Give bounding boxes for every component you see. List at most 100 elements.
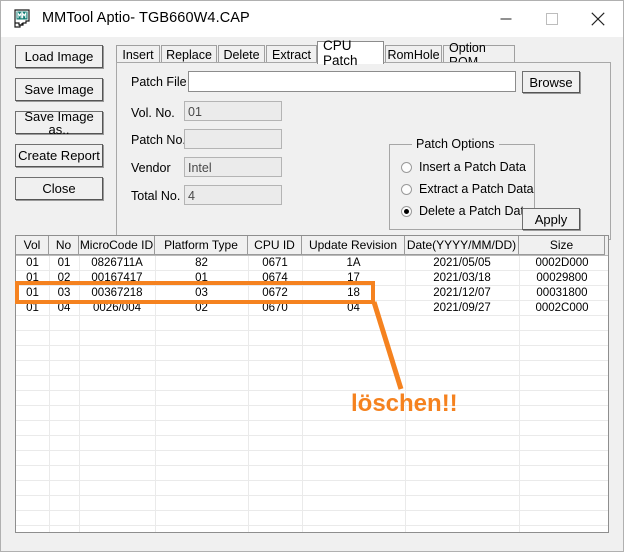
- client-area: Load Image Save Image Save Image as.. Cr…: [2, 37, 622, 550]
- column-header-date[interactable]: Date(YYYY/MM/DD): [405, 236, 519, 255]
- save-image-button[interactable]: Save Image: [15, 78, 103, 101]
- cell-cpu-id: 0671: [262, 257, 288, 269]
- column-header-microcode-id[interactable]: MicroCode ID: [79, 236, 155, 255]
- column-header-platform-type[interactable]: Platform Type: [155, 236, 248, 255]
- maximize-icon: [546, 13, 558, 25]
- radio-extract-patch-data[interactable]: Extract a Patch Data: [401, 181, 534, 197]
- browse-button[interactable]: Browse: [522, 71, 580, 93]
- cpu-patch-panel: Patch File Browse Vol. No. Patch No. Ven…: [116, 62, 611, 240]
- cell-update-revision: 1A: [346, 257, 361, 269]
- tab-romhole[interactable]: RomHole: [385, 45, 442, 63]
- tab-cpu-patch[interactable]: CPU Patch: [317, 38, 384, 68]
- cell-date: 2021/03/18: [433, 272, 491, 284]
- column-header-cpu-id[interactable]: CPU ID: [248, 236, 302, 255]
- column-header-vol[interactable]: Vol: [16, 236, 49, 255]
- cell-vol: 01: [26, 302, 39, 314]
- total-no-label: Total No.: [131, 189, 181, 203]
- table-row[interactable]: 01 02 00167417 01 0674 17 2021/03/18 000…: [16, 271, 608, 286]
- window-title: MMTool Aptio- TGB660W4.CAP: [42, 10, 250, 26]
- table-row-empty: [16, 421, 608, 436]
- table-row-highlighted[interactable]: 01 03 00367218 03 0672 18 2021/12/07 000…: [16, 286, 608, 301]
- close-button[interactable]: Close: [15, 177, 103, 200]
- save-image-as-button[interactable]: Save Image as..: [15, 108, 103, 137]
- cell-update-revision: 18: [347, 287, 360, 299]
- table-row-empty: [16, 376, 608, 391]
- tab-insert[interactable]: Insert: [116, 45, 160, 63]
- cell-platform-type: 01: [195, 272, 208, 284]
- table-row[interactable]: 01 01 0826711A 82 0671 1A 2021/05/05 000…: [16, 256, 608, 271]
- maximize-button[interactable]: [529, 1, 575, 37]
- button-label: Create Report: [18, 148, 100, 163]
- cell-vol: 01: [26, 287, 39, 299]
- tab-label: RomHole: [387, 47, 440, 62]
- radio-icon-selected: [401, 205, 412, 217]
- table-row-empty: [16, 406, 608, 421]
- column-label: Update Revision: [308, 238, 398, 252]
- table-row-empty: [16, 436, 608, 451]
- minimize-icon: [500, 18, 512, 20]
- cell-platform-type: 02: [195, 302, 208, 314]
- load-image-button[interactable]: Load Image: [15, 45, 103, 68]
- tab-extract[interactable]: Extract: [266, 45, 317, 63]
- patch-no-input[interactable]: [184, 129, 282, 149]
- total-no-input[interactable]: [184, 185, 282, 205]
- vendor-input[interactable]: [184, 157, 282, 177]
- radio-label: Extract a Patch Data: [419, 182, 534, 196]
- create-report-button[interactable]: Create Report: [15, 144, 103, 167]
- apply-button[interactable]: Apply: [522, 208, 580, 230]
- table-header-row: Vol No MicroCode ID Platform Type CPU ID…: [16, 236, 608, 256]
- cell-vol: 01: [26, 257, 39, 269]
- tab-delete[interactable]: Delete: [218, 45, 265, 63]
- button-label: Browse: [529, 74, 573, 90]
- column-label: Date(YYYY/MM/DD): [406, 238, 517, 252]
- cell-size: 00029800: [536, 272, 588, 284]
- radio-icon: [401, 161, 412, 173]
- button-label: Apply: [534, 211, 568, 227]
- cell-update-revision: 17: [347, 272, 360, 284]
- cell-no: 03: [57, 287, 71, 299]
- column-label: CPU ID: [254, 238, 295, 252]
- vol-no-input[interactable]: [184, 101, 282, 121]
- cell-microcode-id: 00167417: [91, 272, 143, 284]
- table-row-empty: [16, 481, 608, 496]
- vol-no-label: Vol. No.: [131, 106, 175, 120]
- column-header-update-revision[interactable]: Update Revision: [302, 236, 405, 255]
- cell-size: 0002D000: [535, 257, 589, 269]
- table-row-empty: [16, 331, 608, 346]
- cell-vol: 01: [26, 272, 39, 284]
- cpu-patch-list[interactable]: Vol No MicroCode ID Platform Type CPU ID…: [15, 235, 609, 533]
- radio-delete-patch-data[interactable]: Delete a Patch Data: [401, 203, 531, 219]
- column-label: No: [55, 238, 72, 252]
- cell-size: 00031800: [536, 287, 588, 299]
- vendor-label: Vendor: [131, 161, 171, 175]
- column-header-size[interactable]: Size: [519, 236, 605, 255]
- button-label: Save Image: [24, 82, 94, 97]
- button-label: Load Image: [24, 49, 94, 64]
- table-row-empty: [16, 526, 608, 532]
- cell-microcode-id: 00367218: [91, 287, 143, 299]
- tab-label: Insert: [122, 47, 154, 62]
- patch-file-input[interactable]: [188, 71, 516, 92]
- tab-label: Replace: [166, 47, 212, 62]
- button-label: Save Image as..: [24, 108, 94, 137]
- column-header-no[interactable]: No: [49, 236, 79, 255]
- cell-date: 2021/09/27: [433, 302, 491, 314]
- cell-cpu-id: 0670: [262, 302, 288, 314]
- tab-label: Delete: [223, 47, 260, 62]
- table-row-empty: [16, 511, 608, 526]
- cell-platform-type: 82: [195, 257, 208, 269]
- tab-option-rom[interactable]: Option ROM: [443, 41, 515, 69]
- tab-replace[interactable]: Replace: [161, 45, 217, 63]
- mmtool-app-icon: [14, 9, 33, 28]
- close-window-button[interactable]: [575, 1, 621, 37]
- patch-no-label: Patch No.: [131, 133, 186, 147]
- cell-microcode-id: 0026/004: [93, 302, 141, 314]
- minimize-button[interactable]: [483, 1, 529, 37]
- cell-no: 04: [57, 302, 71, 314]
- table-row[interactable]: 01 04 0026/004 02 0670 04 2021/09/27 000…: [16, 301, 608, 316]
- radio-insert-patch-data[interactable]: Insert a Patch Data: [401, 159, 526, 175]
- column-label: MicroCode ID: [79, 238, 154, 252]
- cell-no: 01: [57, 257, 71, 269]
- cell-date: 2021/12/07: [433, 287, 491, 299]
- radio-icon: [401, 183, 412, 195]
